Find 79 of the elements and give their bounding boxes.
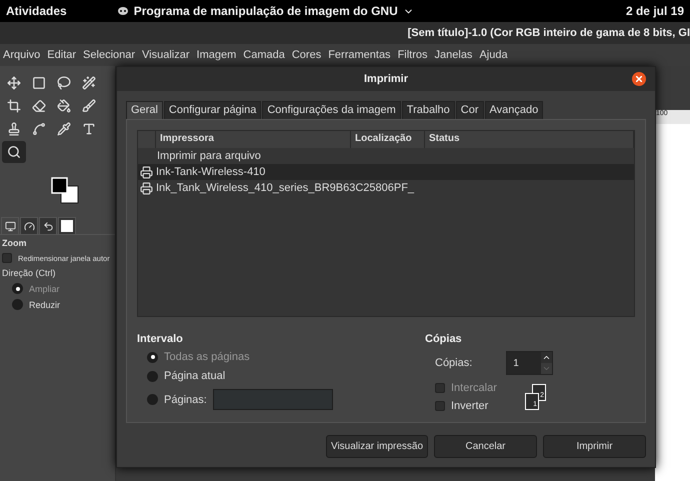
copies-spinner[interactable]: 1 <box>506 351 554 375</box>
window-title: [Sem título]-1.0 (Cor RGB inteiro de gama de 8 bits, GI <box>408 27 690 39</box>
checkbox-label: Intercalar <box>451 382 497 394</box>
radio-label: Páginas: <box>164 394 207 406</box>
undo-icon <box>42 220 54 232</box>
tab[interactable]: Cor <box>456 101 484 119</box>
radio-button[interactable] <box>147 370 158 382</box>
move-icon <box>7 76 21 90</box>
monitor-icon <box>4 220 16 232</box>
tab[interactable]: Trabalho <box>402 101 455 119</box>
menu-item[interactable]: Ferramentas <box>328 49 391 61</box>
image-icon <box>61 220 73 232</box>
radio-button[interactable] <box>12 283 23 294</box>
gauge-icon <box>24 220 34 232</box>
checkbox[interactable] <box>435 401 445 411</box>
menu-item[interactable]: Selecionar <box>83 49 136 61</box>
dialog-button[interactable]: Imprimir <box>543 435 646 458</box>
direction-label: Direção (Ctrl) <box>2 268 57 278</box>
menu-item[interactable]: Cores <box>292 49 322 61</box>
brush-icon <box>82 99 96 113</box>
column-header[interactable]: Localização <box>351 131 425 148</box>
tab[interactable]: Geral <box>126 101 163 119</box>
tab[interactable]: Configurações da imagem <box>262 101 401 119</box>
radio-button[interactable] <box>147 394 158 405</box>
close-button[interactable] <box>632 72 646 86</box>
tab[interactable]: Avançado <box>484 101 544 119</box>
printer-row[interactable]: Imprimir para arquivo <box>138 148 634 164</box>
column-header[interactable]: Impressora <box>156 131 351 148</box>
tab[interactable]: Configurar página <box>164 101 262 119</box>
radio-label: Página atual <box>164 370 226 382</box>
printer-icon <box>140 166 153 178</box>
section-title: Cópias <box>425 333 463 345</box>
dialog-button[interactable]: Visualizar impressão <box>326 435 428 458</box>
rectangle-icon <box>32 76 46 90</box>
column-header[interactable]: Status <box>425 131 634 148</box>
copies-label: Cópias: <box>435 357 472 369</box>
dock-tab[interactable] <box>39 217 57 234</box>
menu-item[interactable]: Editar <box>47 49 76 61</box>
path-icon <box>32 122 46 136</box>
menu-item[interactable]: Visualizar <box>142 49 190 61</box>
stamp-icon <box>7 122 21 136</box>
section-title: Intervalo <box>137 333 184 345</box>
printer-row[interactable]: Ink_Tank_Wireless_410_series_BR9B63C25806PF_ <box>138 180 634 196</box>
menu-item[interactable]: Arquivo <box>3 49 40 61</box>
paint-bucket-icon <box>57 99 71 113</box>
dock-tab[interactable] <box>20 217 38 234</box>
search-icon <box>7 145 21 159</box>
clock[interactable]: 2 de jul 19 <box>626 4 684 18</box>
dialog-title: Imprimir <box>364 73 408 85</box>
radio-button[interactable] <box>12 299 23 310</box>
text-icon <box>82 122 96 136</box>
menu-item[interactable]: Janelas <box>434 49 472 61</box>
radio-label: Reduzir <box>29 300 60 310</box>
color-swatch-icon[interactable] <box>51 177 79 204</box>
menu-item[interactable]: Camada <box>243 49 285 61</box>
tool-button[interactable] <box>2 141 26 163</box>
eraser-icon <box>32 99 46 113</box>
lasso-icon <box>57 76 71 90</box>
menu-item[interactable]: Filtros <box>398 49 428 61</box>
printer-icon <box>140 182 153 194</box>
wand-icon <box>82 76 96 90</box>
radio-label: Todas as páginas <box>164 351 250 363</box>
options-title: Zoom <box>2 238 28 248</box>
app-menu[interactable]: Programa de manipulação de imagem do GNU <box>134 4 398 18</box>
checkbox-label: Inverter <box>451 400 488 412</box>
crop-icon <box>7 99 21 113</box>
dock-tab[interactable] <box>1 217 19 234</box>
pages-field[interactable] <box>212 389 333 410</box>
checkbox[interactable] <box>2 253 12 263</box>
radio-button[interactable] <box>147 352 158 362</box>
dialog-button[interactable]: Cancelar <box>434 435 537 458</box>
menu-item[interactable]: Imagem <box>196 49 236 61</box>
pipette-icon <box>57 122 71 136</box>
activities-button[interactable]: Atividades <box>6 4 67 18</box>
menu-item[interactable]: Ajuda <box>479 49 508 61</box>
radio-label: Ampliar <box>29 284 60 294</box>
dock-tab[interactable] <box>58 217 76 234</box>
close-icon <box>636 76 642 82</box>
printer-row[interactable]: Ink-Tank-Wireless-410 <box>138 164 634 180</box>
